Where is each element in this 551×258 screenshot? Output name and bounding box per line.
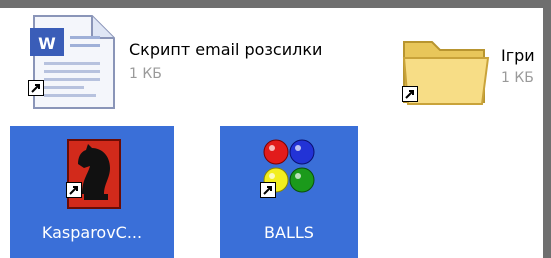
svg-text:W: W	[38, 34, 56, 53]
shortcut-arrow-icon	[66, 182, 82, 198]
chess-knight-icon	[66, 138, 122, 210]
window-frame-top	[0, 0, 551, 8]
app-label: BALLS	[264, 223, 314, 242]
app-label: KasparovC...	[41, 223, 143, 242]
app-item-kasparov[interactable]: KasparovC...	[10, 126, 174, 258]
shortcut-arrow-icon	[260, 182, 276, 198]
shortcut-arrow-icon	[28, 80, 44, 96]
shortcut-arrow-icon	[402, 86, 418, 102]
file-size: 1 КБ	[129, 66, 162, 82]
folder-size: 1 КБ	[501, 70, 534, 86]
app-item-balls[interactable]: BALLS	[220, 126, 358, 258]
file-name: Скрипт email розсилки	[129, 40, 323, 59]
folder-name: Ігри	[501, 46, 535, 65]
file-item-script[interactable]: W Скрипт email розсилки 1 КБ	[24, 14, 384, 110]
folder-item-games[interactable]: Ігри 1 КБ	[398, 26, 551, 112]
